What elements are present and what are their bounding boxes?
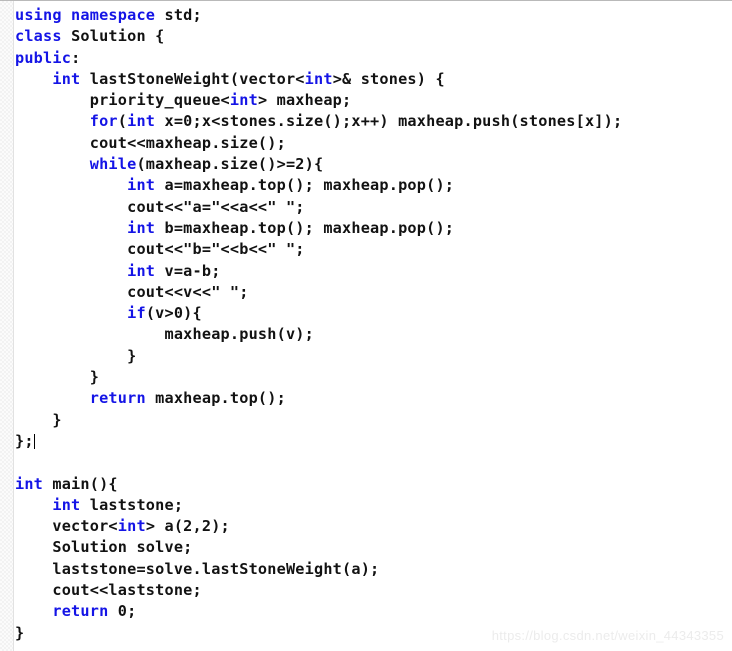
code-line[interactable]: priority_queue<int> maxheap;	[15, 90, 732, 111]
code-text: > a(2,2);	[145, 517, 230, 536]
code-text: cout<<"b="<<b<<" ";	[15, 240, 305, 259]
code-line[interactable]: int laststone;	[15, 495, 732, 516]
code-keyword: int	[229, 91, 258, 110]
code-text: > maxheap;	[257, 91, 352, 110]
code-text: vector<	[15, 517, 118, 536]
code-keyword: return	[89, 389, 146, 408]
code-text: lastStoneWeight(vector<	[80, 69, 305, 88]
code-keyword: int	[127, 218, 156, 237]
code-text: priority_queue<	[15, 91, 230, 110]
code-text: (maxheap.size()>=2){	[136, 155, 324, 174]
code-line[interactable]: int a=maxheap.top(); maxheap.pop();	[15, 175, 732, 196]
code-line[interactable]: int b=maxheap.top(); maxheap.pop();	[15, 218, 732, 239]
code-text: cout<<laststone;	[15, 581, 202, 600]
code-line[interactable]	[15, 452, 732, 473]
code-line[interactable]: cout<<laststone;	[15, 580, 732, 601]
code-text: maxheap.push(v);	[15, 325, 314, 344]
code-line[interactable]: cout<<"a="<<a<<" ";	[15, 197, 732, 218]
code-line[interactable]: maxheap.push(v);	[15, 324, 732, 345]
code-text: cout<<v<<" ";	[15, 282, 249, 301]
code-text: laststone;	[80, 495, 184, 514]
code-text: Solution {	[71, 27, 165, 46]
code-keyword: if	[127, 304, 146, 323]
code-line[interactable]: while(maxheap.size()>=2){	[15, 154, 732, 175]
code-line[interactable]: cout<<maxheap.size();	[15, 133, 732, 154]
code-keyword: int	[127, 112, 156, 131]
code-line[interactable]: int main(){	[15, 474, 732, 495]
code-keyword: public	[15, 48, 72, 67]
code-line[interactable]: return 0;	[15, 601, 732, 622]
code-text: };	[15, 431, 34, 450]
code-text: main(){	[43, 474, 118, 493]
code-text: laststone=solve.lastStoneWeight(a);	[15, 559, 380, 578]
code-text: }	[15, 623, 25, 642]
code-line[interactable]: };	[15, 431, 732, 452]
code-line[interactable]: }	[15, 410, 732, 431]
code-editor-viewport[interactable]: using namespace std; class Solution {publ…	[0, 0, 732, 651]
code-text: v=a-b;	[155, 261, 221, 280]
code-text: maxheap.top();	[145, 389, 286, 408]
code-line[interactable]: int lastStoneWeight(vector<int>& stones)…	[15, 69, 732, 90]
code-line[interactable]: using namespace std;	[15, 5, 732, 26]
code-line[interactable]: vector<int> a(2,2);	[15, 516, 732, 537]
code-line[interactable]: for(int x=0;x<stones.size();x++) maxheap…	[15, 111, 732, 132]
code-line[interactable]: if(v>0){	[15, 303, 732, 324]
code-line[interactable]: int v=a-b;	[15, 261, 732, 282]
blog-watermark: https://blog.csdn.net/weixin_44343355	[491, 628, 724, 643]
code-keyword: while	[89, 155, 137, 174]
code-line[interactable]: class Solution {	[15, 26, 732, 47]
code-keyword: return	[52, 602, 109, 621]
text-cursor	[33, 433, 35, 449]
code-keyword: int	[15, 474, 44, 493]
code-text: }	[15, 410, 62, 429]
code-line[interactable]: cout<<v<<" ";	[15, 282, 732, 303]
code-keyword: class	[15, 27, 72, 46]
code-text: (v>0){	[145, 304, 202, 323]
code-line[interactable]: Solution solve;	[15, 537, 732, 558]
code-text: cout<<maxheap.size();	[15, 133, 286, 152]
code-text: b=maxheap.top(); maxheap.pop();	[155, 218, 455, 237]
code-text: :	[71, 48, 81, 67]
code-keyword: int	[52, 495, 81, 514]
code-text: std;	[164, 6, 202, 24]
code-text: }	[15, 346, 137, 365]
code-line[interactable]: }	[15, 367, 732, 388]
code-content[interactable]: using namespace std; class Solution {publ…	[15, 1, 732, 651]
code-keyword: int	[127, 176, 156, 195]
code-line[interactable]: }	[15, 346, 732, 367]
code-text: 0;	[108, 602, 137, 621]
code-text: (	[117, 112, 128, 131]
code-keyword: int	[117, 517, 146, 536]
code-line[interactable]: public:	[15, 48, 732, 69]
code-keyword: int	[304, 69, 333, 88]
code-line[interactable]: return maxheap.top();	[15, 388, 732, 409]
code-keyword: for	[89, 112, 118, 131]
code-text: >& stones) {	[332, 69, 445, 88]
editor-gutter	[0, 1, 14, 651]
code-line[interactable]: cout<<"b="<<b<<" ";	[15, 239, 732, 260]
code-text: }	[15, 368, 100, 387]
code-text: a=maxheap.top(); maxheap.pop();	[155, 176, 455, 195]
code-keyword: int	[52, 69, 81, 88]
code-text: x=0;x<stones.size();x++) maxheap.push(st…	[155, 112, 623, 131]
code-keyword: using namespace	[15, 6, 165, 24]
code-line[interactable]: laststone=solve.lastStoneWeight(a);	[15, 559, 732, 580]
code-text: Solution solve;	[15, 538, 193, 557]
code-keyword: int	[127, 261, 156, 280]
code-text: cout<<"a="<<a<<" ";	[15, 197, 305, 216]
